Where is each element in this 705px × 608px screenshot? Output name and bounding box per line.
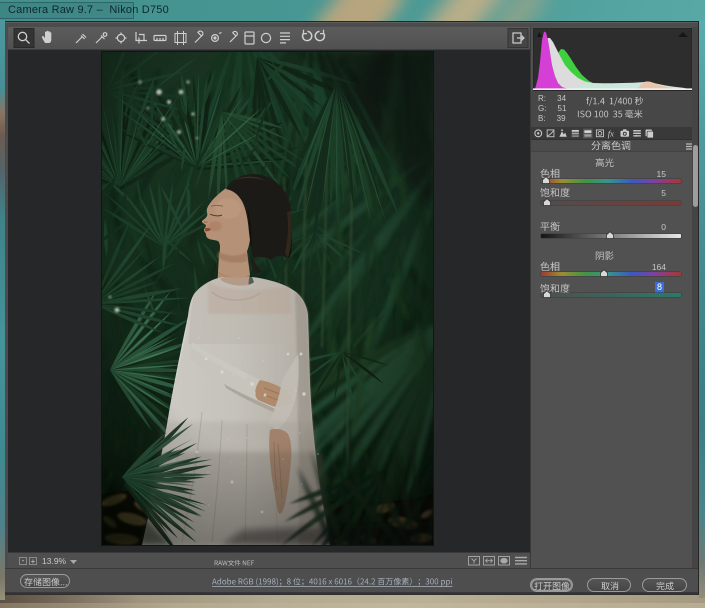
svg-text:fx: fx (608, 128, 614, 138)
